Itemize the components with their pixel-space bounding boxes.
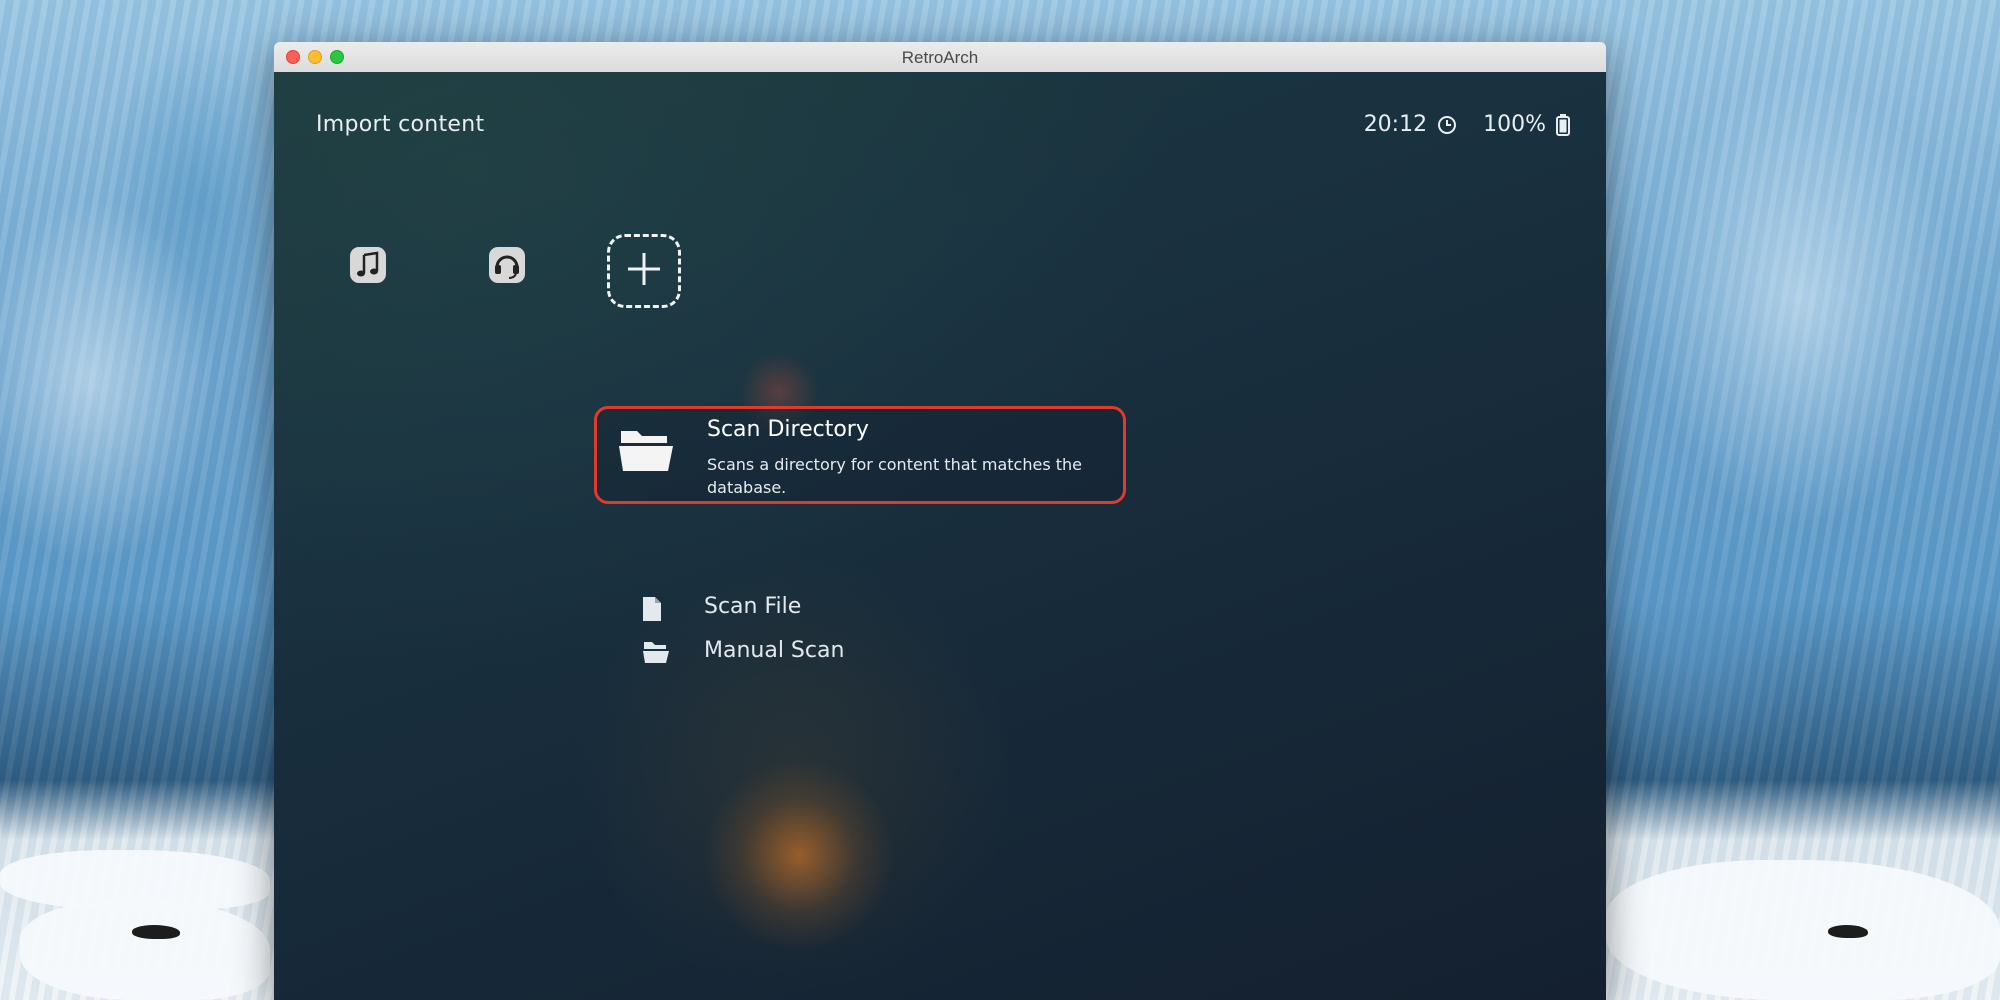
status-bar: 20:12 100% [1364,112,1570,137]
ice-floe [20,900,270,1000]
music-category[interactable] [348,247,388,287]
menu-item-label: Scan File [704,594,802,619]
netplay-category[interactable] [487,247,527,287]
menu-item-label: Scan Directory [707,417,869,442]
clock-time: 20:12 [1363,112,1428,137]
clock-icon [1437,115,1457,135]
page-title: Import content [316,112,485,137]
menu-item-scan-directory[interactable]: Scan Directory Scans a directory for con… [594,406,1126,504]
menu-item-scan-file[interactable]: Scan File [614,592,1014,628]
battery-icon [1556,113,1570,136]
menu-item-description: Scans a directory for content that match… [707,455,1083,497]
window-title: RetroArch [901,48,979,67]
seal [132,925,180,939]
retroarch-window[interactable]: RetroArch Import content 20:12 100% Scan… [274,42,1606,1000]
music-note-icon [348,245,388,289]
add-icon [624,249,664,293]
retroarch-menu[interactable]: Import content 20:12 100% Scan Directory… [274,72,1606,1000]
ice-floe [1606,860,2000,1000]
seal [1828,925,1868,938]
window-titlebar[interactable]: RetroArch [274,42,1606,73]
menu-item-manual-scan[interactable]: Manual Scan [614,636,1014,672]
headset-icon [487,245,527,289]
file-icon [642,596,662,626]
battery-level: 100% [1483,112,1546,137]
menu-item-label: Manual Scan [704,638,845,663]
add-category[interactable] [607,234,681,308]
folder-open-icon [617,427,675,477]
folder-open-icon [642,640,670,668]
